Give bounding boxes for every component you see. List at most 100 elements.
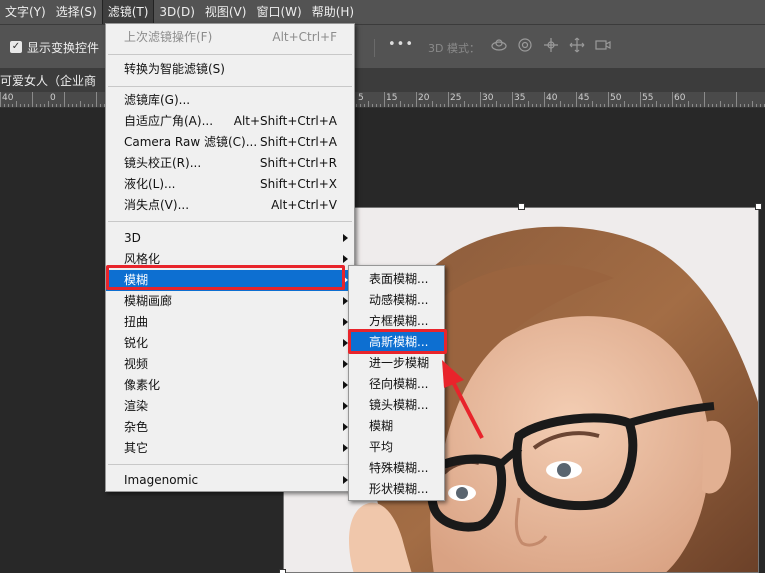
3d-pan-icon[interactable] bbox=[542, 36, 560, 54]
ruler-tick bbox=[460, 104, 461, 107]
ruler-tick bbox=[600, 104, 601, 107]
ruler-tick bbox=[36, 104, 37, 107]
ruler-tick bbox=[432, 101, 433, 107]
menu-item-distort[interactable]: 扭曲 bbox=[106, 312, 354, 333]
3d-roll-icon[interactable] bbox=[516, 36, 534, 54]
ruler-tick bbox=[56, 104, 57, 107]
ruler-tick bbox=[496, 101, 497, 107]
ruler-tick bbox=[532, 104, 533, 107]
menu-item-lens-correction[interactable]: 镜头校正(R)... Shift+Ctrl+R bbox=[106, 153, 354, 174]
menu-item-convert-smart-filter[interactable]: 转换为智能滤镜(S) bbox=[106, 59, 354, 80]
menu-item-label: 风格化 bbox=[124, 252, 161, 266]
menu-item-stylize[interactable]: 风格化 bbox=[106, 249, 354, 270]
3d-orbit-icon[interactable] bbox=[490, 36, 508, 54]
submenu-item-smart-blur[interactable]: 特殊模糊... bbox=[349, 458, 444, 479]
menu-item-pixelate[interactable]: 像素化 bbox=[106, 375, 354, 396]
ruler-tick bbox=[464, 101, 465, 107]
submenu-item-motion-blur[interactable]: 动感模糊... bbox=[349, 290, 444, 311]
menu-item-blur-gallery[interactable]: 模糊画廊 bbox=[106, 291, 354, 312]
menu-item-filter-gallery[interactable]: 滤镜库(G)... bbox=[106, 90, 354, 111]
ruler-tick bbox=[548, 104, 549, 107]
ruler-tick bbox=[72, 104, 73, 107]
ruler-tick bbox=[736, 92, 737, 107]
menu-item-last-filter[interactable]: 上次滤镜操作(F) Alt+Ctrl+F bbox=[106, 27, 354, 48]
document-tab[interactable]: 可爱女人（企业商 bbox=[0, 72, 96, 89]
menu-item-label: 平均 bbox=[369, 440, 394, 454]
submenu-item-surface-blur[interactable]: 表面模糊... bbox=[349, 269, 444, 290]
ruler-tick bbox=[708, 104, 709, 107]
menu-item-label: 消失点(V)... bbox=[124, 198, 190, 212]
menu-3d[interactable]: 3D(D) bbox=[154, 0, 199, 24]
ruler-tick bbox=[448, 92, 449, 107]
show-transform-checkbox[interactable]: ✓ bbox=[10, 41, 22, 53]
ruler-tick bbox=[700, 104, 701, 107]
menu-item-imagenomic[interactable]: Imagenomic bbox=[106, 470, 354, 491]
submenu-item-box-blur[interactable]: 方框模糊... bbox=[349, 311, 444, 332]
3d-slide-icon[interactable] bbox=[568, 36, 586, 54]
ruler-tick bbox=[28, 104, 29, 107]
ruler-tick bbox=[620, 104, 621, 107]
ruler-label: 5 bbox=[358, 93, 364, 103]
menu-filter[interactable]: 滤镜(T) bbox=[101, 0, 155, 24]
menu-item-vanishing-point[interactable]: 消失点(V)... Alt+Ctrl+V bbox=[106, 195, 354, 216]
ruler-tick bbox=[8, 104, 9, 107]
menu-item-label: 滤镜库(G)... bbox=[124, 93, 191, 107]
menu-item-render[interactable]: 渲染 bbox=[106, 396, 354, 417]
menu-text[interactable]: 文字(Y) bbox=[0, 0, 51, 24]
ruler-tick bbox=[44, 104, 45, 107]
transform-handle[interactable] bbox=[518, 203, 525, 210]
menu-item-label: 模糊 bbox=[369, 419, 394, 433]
ruler-tick bbox=[52, 104, 53, 107]
ruler-tick bbox=[24, 104, 25, 107]
more-options-button[interactable]: ••• bbox=[388, 37, 414, 52]
ruler-tick bbox=[452, 104, 453, 107]
ruler-label: 60 bbox=[674, 93, 686, 103]
ruler-tick bbox=[672, 92, 673, 107]
ruler-label: 35 bbox=[514, 93, 526, 103]
menu-item-sharpen[interactable]: 锐化 bbox=[106, 333, 354, 354]
ruler-tick bbox=[80, 101, 81, 107]
3d-scale-icon[interactable] bbox=[594, 36, 612, 54]
ruler-tick bbox=[540, 104, 541, 107]
menu-item-liquify[interactable]: 液化(L)... Shift+Ctrl+X bbox=[106, 174, 354, 195]
ruler-tick bbox=[0, 92, 1, 107]
menu-help[interactable]: 帮助(H) bbox=[307, 0, 359, 24]
ruler-tick bbox=[92, 104, 93, 107]
menu-view[interactable]: 视图(V) bbox=[200, 0, 252, 24]
menu-item-adaptive-wide-angle[interactable]: 自适应广角(A)... Alt+Shift+Ctrl+A bbox=[106, 111, 354, 132]
ruler-tick bbox=[544, 92, 545, 107]
ruler-tick bbox=[616, 104, 617, 107]
ruler-label: 55 bbox=[642, 93, 654, 103]
menu-item-blur[interactable]: 模糊 bbox=[106, 270, 354, 291]
ruler-tick bbox=[412, 104, 413, 107]
ruler-tick bbox=[640, 92, 641, 107]
ruler-tick bbox=[636, 104, 637, 107]
menu-item-video[interactable]: 视频 bbox=[106, 354, 354, 375]
menu-item-3d[interactable]: 3D bbox=[106, 228, 354, 249]
ruler-tick bbox=[100, 104, 101, 107]
menu-select[interactable]: 选择(S) bbox=[51, 0, 102, 24]
ruler-tick bbox=[604, 104, 605, 107]
ruler-tick bbox=[572, 104, 573, 107]
menu-item-noise[interactable]: 杂色 bbox=[106, 417, 354, 438]
ruler-tick bbox=[356, 104, 357, 107]
ruler-tick bbox=[444, 104, 445, 107]
ruler-tick bbox=[60, 104, 61, 107]
ruler-tick bbox=[476, 104, 477, 107]
menu-separator bbox=[108, 86, 352, 87]
ruler-label: 30 bbox=[482, 93, 494, 103]
annotation-arrow-icon bbox=[442, 360, 484, 439]
transform-handle[interactable] bbox=[279, 569, 286, 573]
submenu-item-shape-blur[interactable]: 形状模糊... bbox=[349, 479, 444, 500]
ruler-tick bbox=[656, 101, 657, 107]
ruler-tick bbox=[508, 104, 509, 107]
ruler-tick bbox=[680, 104, 681, 107]
ruler-tick bbox=[96, 92, 97, 107]
menu-item-camera-raw[interactable]: Camera Raw 滤镜(C)... Shift+Ctrl+A bbox=[106, 132, 354, 153]
transform-handle[interactable] bbox=[755, 203, 762, 210]
ruler-tick bbox=[632, 104, 633, 107]
3d-mode-label: 3D 模式： bbox=[428, 42, 480, 55]
menu-item-label: 模糊画廊 bbox=[124, 294, 173, 308]
menu-window[interactable]: 窗口(W) bbox=[251, 0, 306, 24]
menu-item-other[interactable]: 其它 bbox=[106, 438, 354, 459]
